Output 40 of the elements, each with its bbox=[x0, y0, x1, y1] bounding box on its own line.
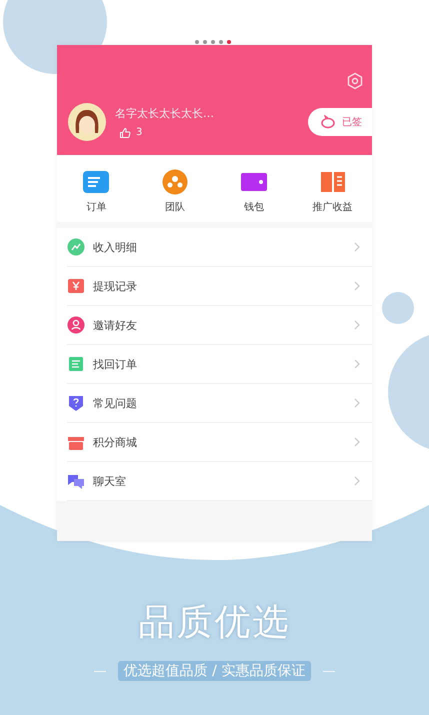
yen-icon bbox=[67, 277, 85, 295]
page-dot[interactable] bbox=[210, 40, 214, 44]
menu-item[interactable]: 邀请好友 bbox=[67, 306, 372, 345]
chevron-icon bbox=[354, 242, 360, 252]
shortcut-label[interactable]: 团队 bbox=[165, 200, 186, 214]
user-name: 名字太长太长太长… bbox=[115, 106, 215, 120]
list-icon bbox=[67, 355, 85, 373]
menu-item[interactable]: 收入明细 bbox=[67, 228, 372, 267]
menu-item[interactable]: 聊天室 bbox=[67, 462, 372, 501]
chevron-icon bbox=[354, 320, 360, 330]
chat-icon bbox=[67, 472, 85, 490]
page-dot[interactable] bbox=[194, 40, 198, 44]
page-dot[interactable] bbox=[202, 40, 206, 44]
chevron-icon bbox=[354, 281, 360, 291]
chart-icon bbox=[67, 238, 85, 256]
like-count: 3 bbox=[136, 127, 142, 138]
people-icon[interactable] bbox=[161, 169, 190, 195]
page-dot[interactable] bbox=[218, 40, 222, 44]
chevron-icon bbox=[354, 437, 360, 447]
chevron-icon bbox=[354, 359, 360, 369]
slogan-subtitle: 优选超值品质 / 实惠品质保证 bbox=[118, 661, 312, 681]
settings-icon[interactable] bbox=[346, 72, 364, 90]
chevron-icon bbox=[354, 398, 360, 408]
menu-item[interactable]: 找回订单 bbox=[67, 345, 372, 384]
avatar bbox=[68, 103, 106, 141]
slogan-title: 品质优选 bbox=[138, 601, 290, 645]
chevron-icon bbox=[354, 476, 360, 486]
shortcut-label[interactable]: 推广收益 bbox=[312, 200, 353, 214]
document-icon[interactable] bbox=[82, 169, 110, 195]
menu-item[interactable]: 常见问题 bbox=[67, 384, 372, 423]
menu-item[interactable]: 提现记录 bbox=[67, 267, 372, 306]
question-shield-icon bbox=[67, 394, 85, 412]
shortcut-label[interactable]: 订单 bbox=[86, 200, 106, 214]
thumbs-up-icon bbox=[119, 126, 131, 138]
menu-item[interactable]: 积分商城 bbox=[67, 423, 372, 462]
decor-circle bbox=[382, 292, 414, 324]
shortcut-label[interactable]: 钱包 bbox=[244, 200, 264, 214]
page-dot[interactable] bbox=[226, 40, 230, 44]
person-icon bbox=[67, 316, 85, 334]
book-icon[interactable] bbox=[318, 169, 347, 195]
